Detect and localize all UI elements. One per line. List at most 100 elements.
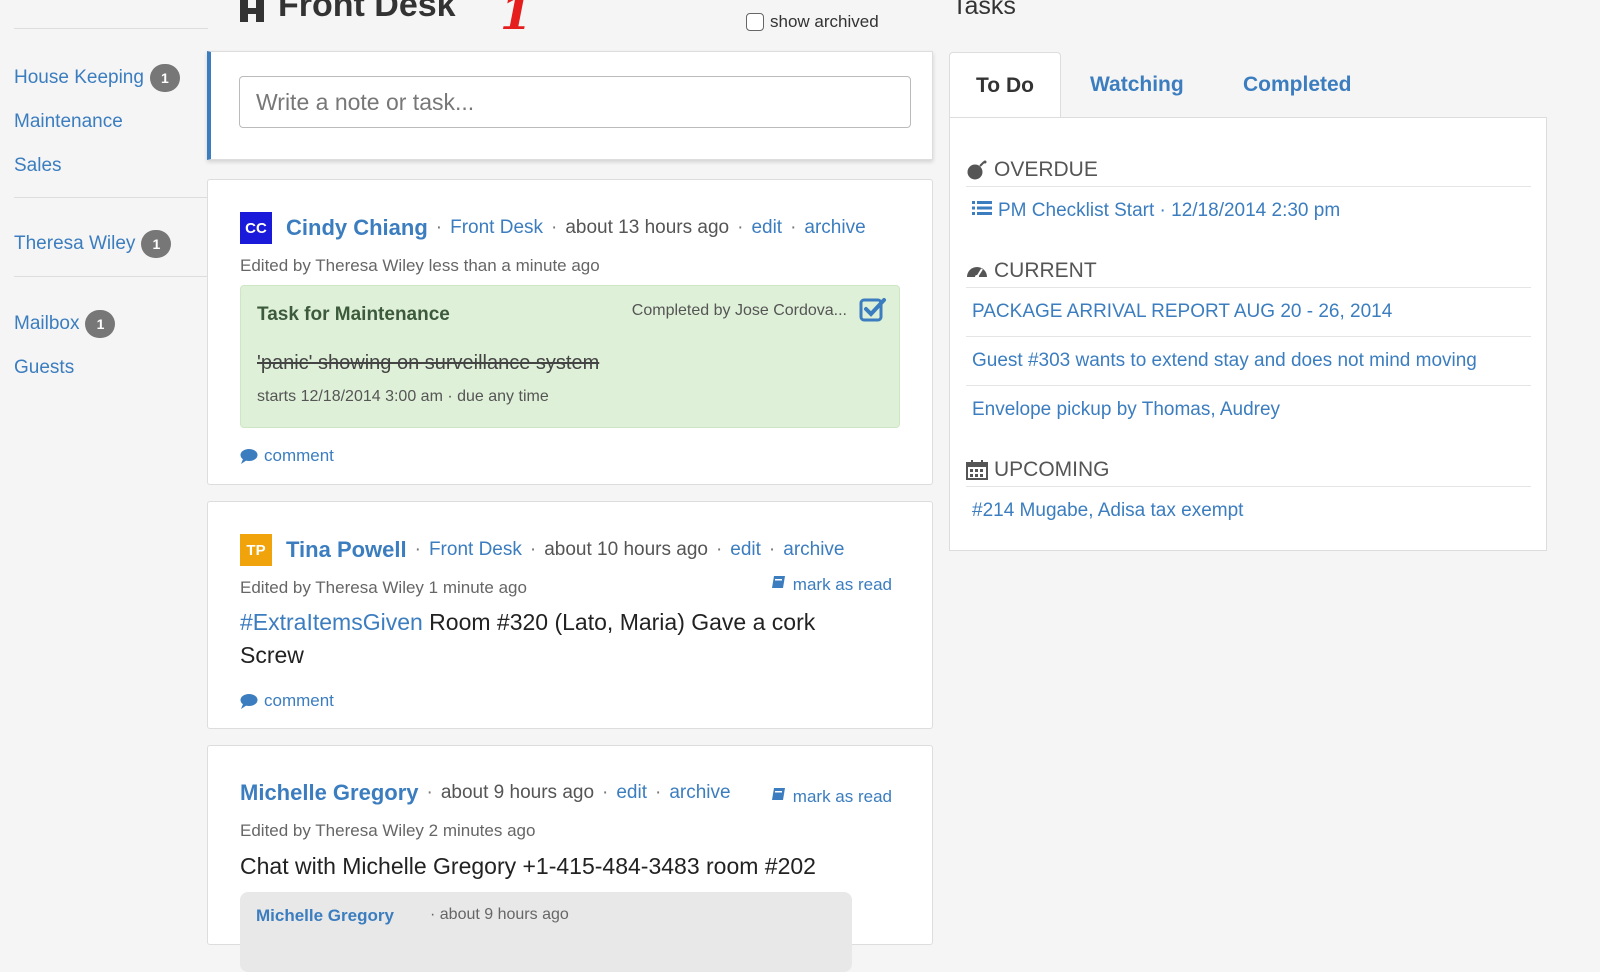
sidebar-item-maintenance[interactable]: Maintenance xyxy=(14,100,208,144)
edit-link[interactable]: edit xyxy=(730,539,761,561)
mark-as-read-label: mark as read xyxy=(792,574,892,594)
list-icon xyxy=(972,200,992,222)
feed-card: TP Tina Powell · Front Desk · about 10 h… xyxy=(207,501,933,729)
channel-link[interactable]: Front Desk xyxy=(450,217,543,239)
home-icon xyxy=(238,0,266,22)
task-item[interactable]: PACKAGE ARRIVAL REPORT AUG 20 - 26, 2014 xyxy=(972,301,1392,323)
post-meta: TP Tina Powell · Front Desk · about 10 h… xyxy=(240,534,845,566)
separator-dot: · xyxy=(602,782,609,803)
tasks-panel: OVERDUE PM Checklist Start · 12/18/2014 … xyxy=(949,117,1547,551)
sidebar: House Keeping 1 Maintenance Sales Theres… xyxy=(0,0,210,937)
tasks-title: Tasks xyxy=(952,0,1016,20)
comment-button[interactable]: comment xyxy=(240,446,334,466)
section-current: CURRENT xyxy=(966,259,1097,283)
sidebar-divider xyxy=(14,276,208,277)
calendar-icon xyxy=(966,460,988,480)
chat-preview: Michelle Gregory · about 9 hours ago xyxy=(240,892,852,972)
note-text-line1: Room #320 (Lato, Maria) Gave a cork xyxy=(422,609,816,635)
edit-link[interactable]: edit xyxy=(616,782,647,804)
edit-link[interactable]: edit xyxy=(751,217,782,239)
separator-dot: · xyxy=(529,539,537,560)
tab-completed[interactable]: Completed xyxy=(1243,52,1352,118)
task-description: 'panic' showing on surveillance system xyxy=(257,352,600,374)
channel-link[interactable]: Front Desk xyxy=(429,539,522,561)
task-item[interactable]: Guest #303 wants to extend stay and does… xyxy=(972,350,1477,372)
separator-dot: · xyxy=(715,539,723,560)
task-title: Task for Maintenance xyxy=(257,304,450,325)
divider xyxy=(966,287,1531,288)
sidebar-item-guests[interactable]: Guests xyxy=(14,346,208,390)
comment-label: comment xyxy=(264,691,334,710)
note-body: Chat with Michelle Gregory +1-415-484-34… xyxy=(240,853,816,879)
separator-dot: · xyxy=(426,782,433,803)
page-title: Front Desk xyxy=(238,0,456,25)
separator-dot: · xyxy=(768,539,776,560)
post-meta: CC Cindy Chiang · Front Desk · about 13 … xyxy=(240,212,866,244)
note-input[interactable]: Write a note or task... xyxy=(239,76,911,128)
section-heading: CURRENT xyxy=(994,259,1097,282)
sidebar-item-mailbox[interactable]: Mailbox 1 xyxy=(14,302,208,346)
edited-by: Edited by Theresa Wiley 2 minutes ago xyxy=(240,821,536,840)
archive-link[interactable]: archive xyxy=(669,782,730,804)
show-archived-checkbox[interactable] xyxy=(746,13,764,31)
sidebar-item-label: Mailbox xyxy=(14,313,80,334)
mark-as-read-button[interactable]: mark as read xyxy=(771,574,892,595)
divider xyxy=(966,336,1531,337)
dashboard-icon xyxy=(966,261,988,281)
task-item[interactable]: Envelope pickup by Thomas, Audrey xyxy=(972,399,1280,421)
chat-author-link[interactable]: Michelle Gregory xyxy=(256,906,394,926)
sidebar-divider xyxy=(14,197,208,198)
checkbox-checked-icon[interactable] xyxy=(859,296,887,324)
author-link[interactable]: Cindy Chiang xyxy=(286,215,428,241)
tab-watching[interactable]: Watching xyxy=(1090,52,1184,118)
sidebar-item-house-keeping[interactable]: House Keeping 1 xyxy=(14,56,208,100)
note-text-line2: Screw xyxy=(240,642,304,668)
tab-to-do[interactable]: To Do xyxy=(949,52,1061,118)
unread-badge: 1 xyxy=(85,310,116,338)
task-tabs: To Do Watching Completed xyxy=(949,52,1547,118)
divider xyxy=(966,486,1531,487)
separator-dot: · xyxy=(551,217,558,238)
task-item-label: Envelope pickup by Thomas, Audrey xyxy=(972,399,1281,420)
separator-dot: · xyxy=(435,217,443,238)
comment-button[interactable]: comment xyxy=(240,691,334,711)
post-meta: Michelle Gregory · about 9 hours ago · e… xyxy=(240,780,731,806)
sidebar-item-label: Guests xyxy=(14,357,75,378)
feed-card: Michelle Gregory · about 9 hours ago · e… xyxy=(207,745,933,972)
task-item[interactable]: PM Checklist Start · 12/18/2014 2:30 pm xyxy=(972,200,1340,222)
divider xyxy=(966,186,1531,187)
completed-by: Completed by Jose Cordova... xyxy=(631,302,847,319)
hashtag-link[interactable]: #ExtraItemsGiven xyxy=(240,609,423,635)
book-icon xyxy=(771,574,787,595)
mark-as-read-button[interactable]: mark as read xyxy=(771,786,892,807)
sidebar-group-users: Theresa Wiley 1 xyxy=(14,222,208,266)
post-time: about 13 hours ago xyxy=(565,217,730,238)
task-item[interactable]: #214 Mugabe, Adisa tax exempt xyxy=(972,500,1243,522)
separator-dot: · xyxy=(790,217,797,238)
archive-link[interactable]: archive xyxy=(804,217,865,239)
sidebar-item-theresa-wiley[interactable]: Theresa Wiley 1 xyxy=(14,222,208,266)
comment-icon xyxy=(240,448,258,464)
sidebar-divider xyxy=(14,28,208,29)
bomb-icon xyxy=(966,160,988,180)
author-link[interactable]: Tina Powell xyxy=(286,537,407,563)
section-upcoming: UPCOMING xyxy=(966,458,1110,482)
sidebar-item-sales[interactable]: Sales xyxy=(14,144,208,188)
section-overdue: OVERDUE xyxy=(966,158,1098,182)
separator-dot: · xyxy=(414,539,421,560)
author-link[interactable]: Michelle Gregory xyxy=(240,780,419,806)
task-item-label: PACKAGE ARRIVAL REPORT AUG 20 - 26, 2014 xyxy=(972,301,1393,322)
show-archived-toggle[interactable]: show archived xyxy=(746,12,879,32)
divider xyxy=(966,385,1531,386)
task-item-label: #214 Mugabe, Adisa tax exempt xyxy=(972,500,1244,521)
page-title-text: Front Desk xyxy=(278,0,456,24)
sidebar-item-label: Maintenance xyxy=(14,111,123,132)
separator-dot: · xyxy=(655,782,662,803)
chat-time: · about 9 hours ago xyxy=(430,906,569,923)
archive-link[interactable]: archive xyxy=(783,539,844,561)
mark-as-read-label: mark as read xyxy=(792,786,892,806)
unread-badge: 1 xyxy=(141,230,172,258)
task-item-label: PM Checklist Start · 12/18/2014 2:30 pm xyxy=(998,200,1341,221)
comment-label: comment xyxy=(264,446,334,465)
comment-icon xyxy=(240,693,258,709)
